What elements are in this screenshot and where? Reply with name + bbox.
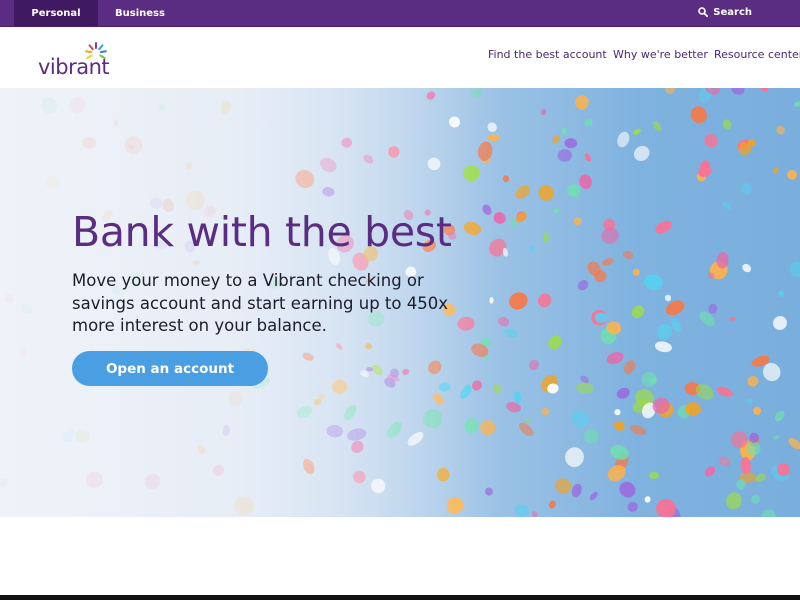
logo-text: vibrant [38,55,110,79]
hero-subtitle: Move your money to a Vibrant checking or… [72,271,448,335]
search-button[interactable]: Search [698,0,752,24]
nav-why-better[interactable]: Why we're better [613,48,708,61]
search-icon [698,7,709,17]
open-account-button[interactable]: Open an account [72,351,268,386]
nav-find-best-account[interactable]: Find the best account [488,48,607,61]
bottom-edge [0,595,800,600]
tab-business[interactable]: Business [102,0,178,26]
nav-resource-center[interactable]: Resource center [714,48,800,61]
site-header: vibrant Find the best account Why we're … [0,26,800,88]
vibrant-logo[interactable]: vibrant [38,41,118,81]
hero-banner: Bank with the best Move your money to a … [0,88,800,517]
top-utility-bar: Personal Business Search [0,0,800,26]
search-label: Search [713,6,752,18]
tab-personal[interactable]: Personal [14,0,98,26]
hero-title: Bank with the best [72,208,452,256]
